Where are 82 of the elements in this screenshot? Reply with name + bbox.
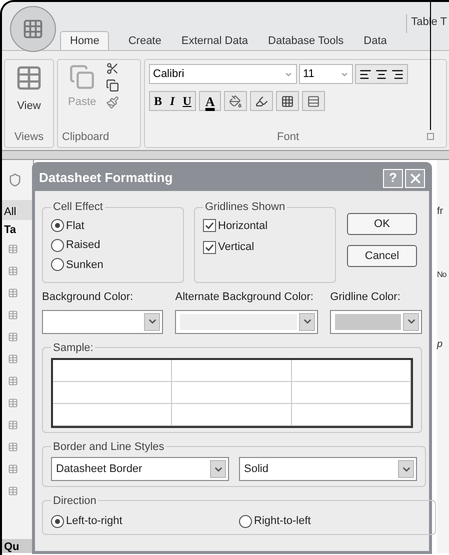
background-text: p xyxy=(437,338,444,352)
table-icon[interactable] xyxy=(8,310,18,320)
logo-icon xyxy=(22,18,44,40)
group-label: Direction xyxy=(52,494,98,508)
cancel-button[interactable]: Cancel xyxy=(347,245,417,267)
field-label: Background Color: xyxy=(42,290,134,305)
table-icon[interactable] xyxy=(8,420,18,430)
table-icon[interactable] xyxy=(8,288,18,298)
group-label: Border and Line Styles xyxy=(52,440,166,454)
align-right-icon[interactable] xyxy=(391,68,404,80)
checkbox-label: Horizontal xyxy=(218,218,268,234)
checkbox[interactable] xyxy=(203,219,216,232)
radio-label: Right-to-left xyxy=(254,514,311,529)
dialog-launcher-icon[interactable] xyxy=(427,133,434,140)
ribbon-tab[interactable]: Home xyxy=(60,31,110,50)
checkmark-icon xyxy=(205,221,214,230)
cut-icon[interactable] xyxy=(106,62,120,75)
align-center-icon[interactable] xyxy=(375,68,388,80)
navigation-header: All xyxy=(2,200,33,220)
view-button[interactable]: View xyxy=(17,98,41,114)
ribbon-tab[interactable]: External Data xyxy=(172,33,258,50)
table-icon[interactable] xyxy=(8,398,18,408)
checkbox[interactable] xyxy=(203,240,216,254)
close-button[interactable] xyxy=(405,168,425,188)
background-text: fr xyxy=(437,205,444,219)
group-label: Sample: xyxy=(52,340,94,356)
font-color-button[interactable]: A xyxy=(199,91,221,111)
dropdown[interactable] xyxy=(42,310,164,334)
radio-button[interactable] xyxy=(51,219,64,232)
ok-button[interactable]: OK xyxy=(347,213,417,235)
copy-icon[interactable] xyxy=(106,79,120,92)
radio-label: Raised xyxy=(66,238,100,253)
dropdown[interactable] xyxy=(330,310,422,334)
checkbox-label: Vertical xyxy=(218,240,254,255)
paste-icon xyxy=(69,64,96,90)
field-label: Gridline Color: xyxy=(330,290,402,305)
table-icon[interactable] xyxy=(8,486,18,496)
group-label: Views xyxy=(14,130,44,144)
highlighter-icon[interactable] xyxy=(254,94,268,108)
group-label: Font xyxy=(276,130,300,144)
view-icon xyxy=(15,64,43,92)
paint-bucket-icon[interactable] xyxy=(228,94,242,108)
dropdown-value: Solid xyxy=(244,462,270,477)
table-icon[interactable] xyxy=(8,442,18,452)
radio-button[interactable] xyxy=(51,258,64,272)
dropdown-value: Datasheet Border xyxy=(56,462,144,477)
font-name-field[interactable]: Calibri xyxy=(149,64,297,84)
group-label: Gridlines Shown xyxy=(204,200,286,215)
ribbon-tab[interactable]: Database Tools xyxy=(259,33,353,50)
font-size-field[interactable]: 11 xyxy=(299,64,353,84)
group-label: Clipboard xyxy=(61,130,110,144)
navigation-group: Ta xyxy=(2,220,33,238)
align-left-icon[interactable] xyxy=(359,68,372,80)
rows-icon[interactable] xyxy=(306,94,320,108)
radio-button[interactable] xyxy=(51,514,64,528)
underline-button[interactable]: U xyxy=(178,92,196,110)
table-icon[interactable] xyxy=(8,332,18,342)
navigation-group: Qu xyxy=(2,539,33,553)
ribbon-tab[interactable]: Data xyxy=(354,33,396,50)
grid-icon[interactable] xyxy=(280,94,294,108)
background-text: No xyxy=(437,269,448,281)
group-label: Cell Effect xyxy=(52,200,104,215)
radio-label: Left-to-right xyxy=(66,514,122,529)
table-icon[interactable] xyxy=(8,266,18,276)
dropdown[interactable]: Datasheet Border xyxy=(51,457,229,481)
dropdown[interactable]: Solid xyxy=(239,457,417,481)
shield-icon xyxy=(8,173,22,187)
italic-button[interactable]: I xyxy=(166,92,179,110)
radio-label: Flat xyxy=(66,218,84,234)
radio-label: Sunken xyxy=(66,258,104,272)
radio-button[interactable] xyxy=(239,514,252,528)
dialog-title: Datasheet Formatting xyxy=(39,169,174,188)
bold-button[interactable]: B xyxy=(150,92,166,110)
table-icon[interactable] xyxy=(8,354,18,364)
checkmark-icon xyxy=(205,242,214,252)
ribbon-tab[interactable]: Create xyxy=(119,33,170,50)
table-icon[interactable] xyxy=(8,244,18,254)
field-label: Alternate Background Color: xyxy=(175,290,314,305)
table-icon[interactable] xyxy=(8,464,18,474)
dropdown[interactable] xyxy=(175,310,318,334)
table-icon[interactable] xyxy=(8,376,18,386)
radio-button[interactable] xyxy=(51,238,64,252)
